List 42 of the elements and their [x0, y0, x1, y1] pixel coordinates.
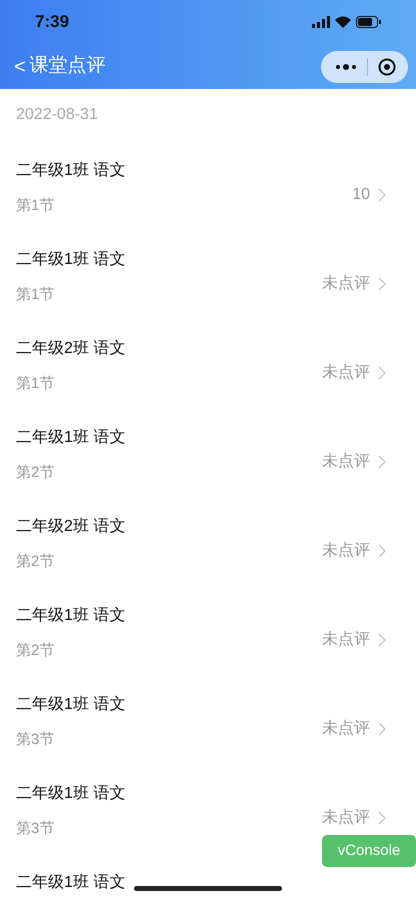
chevron-right-icon: [378, 276, 386, 290]
lesson-period: 第1节: [16, 285, 56, 305]
lesson-title: 二年级1班 语文: [16, 160, 126, 181]
vconsole-button[interactable]: vConsole: [322, 835, 416, 867]
chevron-right-icon: [378, 810, 386, 824]
lesson-title: 二年级1班 语文: [16, 250, 126, 270]
review-status: 未点评: [322, 452, 370, 472]
review-status: 10: [352, 184, 370, 204]
lesson-period: 第2节: [16, 552, 56, 572]
chevron-right-icon: [378, 366, 386, 380]
review-status: 未点评: [322, 808, 370, 828]
review-status: 未点评: [322, 718, 370, 738]
lesson-title: 二年级1班 语文: [16, 784, 126, 804]
lesson-title: 二年级1班 语文: [16, 428, 126, 448]
lesson-title: 二年级2班 语文: [16, 516, 126, 537]
date-label: 2022-08-31: [16, 105, 98, 125]
chevron-right-icon: [378, 188, 386, 202]
lesson-title: 二年级1班 语文: [16, 694, 126, 715]
chevron-right-icon: [378, 544, 386, 558]
lesson-period: 第2节: [16, 463, 56, 483]
lesson-period: 第2节: [16, 641, 56, 661]
lesson-period: 第1节: [16, 374, 56, 394]
signal-icon: [312, 16, 330, 28]
lesson-period: 第3节: [16, 730, 56, 750]
review-status: 未点评: [322, 362, 370, 382]
chevron-right-icon: [378, 722, 386, 736]
lesson-period: 第1节: [16, 196, 56, 216]
chevron-right-icon: [378, 632, 386, 646]
lesson-title: 二年级2班 语文: [16, 338, 126, 359]
battery-icon: [356, 16, 381, 28]
page-title: 课堂点评: [30, 54, 106, 78]
lesson-title: 二年级1班 语文: [16, 872, 126, 893]
review-status: 未点评: [322, 274, 370, 294]
lesson-title: 二年级1班 语文: [16, 606, 126, 626]
status-time: 7:39: [35, 11, 70, 34]
back-button[interactable]: <: [14, 52, 26, 82]
more-icon[interactable]: [335, 64, 357, 70]
chevron-right-icon: [378, 454, 386, 468]
review-status: 未点评: [322, 540, 370, 560]
lesson-period: 第3节: [16, 819, 56, 839]
wifi-icon: [335, 16, 351, 28]
review-status: 未点评: [322, 630, 370, 650]
